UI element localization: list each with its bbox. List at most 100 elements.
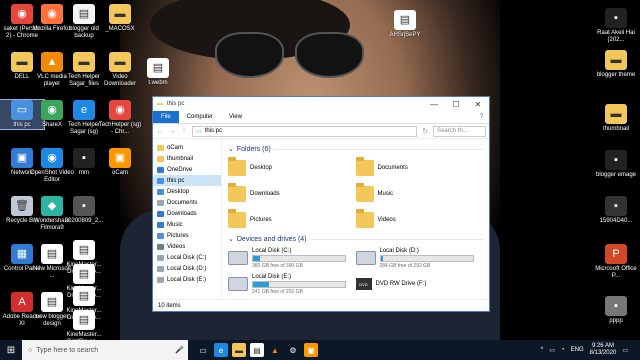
nav-item-this-pc[interactable]: this pc xyxy=(153,175,221,186)
drive-name: Local Disk (E:) xyxy=(252,273,292,280)
desktop-icon-techhelper-sg-chr[interactable]: ◉ TechHelper (sg) - Chr... xyxy=(98,100,142,136)
ocam-icon xyxy=(157,144,164,151)
devices-section-header[interactable]: ⌄ Devices and drives (4) xyxy=(228,235,483,243)
desktop-icon-15904d40[interactable]: ▪ 15904D40... xyxy=(594,196,638,225)
nav-item-local-disk-e[interactable]: Local Disk (E:) xyxy=(153,274,221,285)
tab-view[interactable]: View xyxy=(221,111,250,123)
folder-documents[interactable]: Documents xyxy=(355,157,484,179)
nav-item-label: Local Disk (C:) xyxy=(167,254,207,261)
ocam-icon[interactable]: ▣ xyxy=(304,343,318,357)
15904d40-icon: ▪ xyxy=(605,196,627,216)
desktop-icon-label: AHSrjSePY xyxy=(389,32,421,38)
pc-icon: ▭ xyxy=(196,128,202,135)
desktop-icon-ahsrjsepy[interactable]: ▤ AHSrjSePY xyxy=(383,10,427,39)
vlc-icon[interactable]: ▲ xyxy=(268,343,282,357)
video-downloader-icon: ▬ xyxy=(109,52,131,72)
folder-pictures[interactable]: Pictures xyxy=(228,209,356,231)
desktop-icon-thumbnail[interactable]: ▬ thumbnail xyxy=(594,104,638,133)
desktop-icon-blogger-theme[interactable]: ▬ blogger theme xyxy=(594,50,638,79)
nav-item-music[interactable]: Music xyxy=(153,219,221,230)
refresh-icon[interactable]: ↻ xyxy=(421,127,429,135)
folders-section-header[interactable]: ⌄ Folders (6) xyxy=(228,145,483,153)
local-disk-e-icon xyxy=(157,276,164,283)
desktop-icon-label: t.webm xyxy=(148,80,168,86)
drive-local-disk-e[interactable]: Local Disk (E:) 241 GB free of 292 GB xyxy=(228,273,356,295)
folder-label: Desktop xyxy=(250,165,273,171)
new-blogger-design-icon: ▤ xyxy=(41,292,63,312)
maximize-button[interactable]: ☐ xyxy=(445,97,467,111)
desktop-icon-microsoft-office-p[interactable]: P Microsoft Office P... xyxy=(594,244,638,280)
hard-drive-icon xyxy=(355,251,376,265)
taskbar-search[interactable]: ○ Type here to search 🎤 xyxy=(22,340,188,360)
notification-icon[interactable]: ▭ xyxy=(622,347,628,354)
window-titlebar[interactable]: ▬ this pc — ☐ ✕ xyxy=(153,97,489,111)
folder-label: Music xyxy=(377,191,394,197)
nav-item-label: oCam xyxy=(167,144,184,151)
tab-file[interactable]: File xyxy=(153,111,179,123)
mic-icon[interactable]: 🎤 xyxy=(175,346,188,354)
desktop-icon-label: blogger emage xyxy=(595,172,637,178)
nav-item-thumbnail[interactable]: thumbnail xyxy=(153,153,221,164)
file-explorer-window[interactable]: ▬ this pc — ☐ ✕ File Computer View ? ← →… xyxy=(152,96,490,312)
nav-item-label: Music xyxy=(167,221,183,228)
drive-local-disk-c[interactable]: Local Disk (C:) 360 GB free of 390 GB xyxy=(228,247,356,269)
edge-icon[interactable]: e xyxy=(214,343,228,357)
settings-icon[interactable]: ⚙ xyxy=(286,343,300,357)
macosx-icon: ▬ xyxy=(109,4,131,24)
nav-item-onedrive[interactable]: OneDrive xyxy=(153,164,221,175)
language-indicator[interactable]: ENG xyxy=(571,347,584,353)
nav-item-videos[interactable]: Videos xyxy=(153,241,221,252)
nav-item-desktop[interactable]: Desktop xyxy=(153,186,221,197)
address-bar[interactable]: ▭ this pc xyxy=(192,125,417,137)
desktop-icon-label: ShareX xyxy=(41,122,62,128)
minimize-button[interactable]: — xyxy=(423,97,445,111)
start-button[interactable]: ⊞ xyxy=(0,340,22,360)
back-icon[interactable]: ← xyxy=(156,128,164,135)
desktop-icon-raat-akeli-hai-202[interactable]: ▪ Raat Akeli Hai (202... xyxy=(594,8,638,44)
desktop-icon-macosx[interactable]: ▬ _MACOSX xyxy=(98,4,142,33)
nav-item-documents[interactable]: Documents xyxy=(153,197,221,208)
clock[interactable]: 9:26 AM 8/13/2020 xyxy=(590,343,617,357)
desktop-icon-blogger-emage[interactable]: ▪ blogger emage xyxy=(594,150,638,179)
folder-downloads[interactable]: Downloads xyxy=(228,183,356,205)
microsoft-office-p-icon: P xyxy=(605,244,627,264)
search-input[interactable]: Search th... xyxy=(433,125,486,137)
tray-chevron-icon[interactable]: ^ xyxy=(540,347,543,353)
nav-item-label: Pictures xyxy=(167,232,189,239)
up-icon[interactable]: ↑ xyxy=(180,128,188,135)
nav-item-local-disk-d[interactable]: Local Disk (D:) xyxy=(153,263,221,274)
pictures-folder-icon xyxy=(228,209,246,228)
help-icon[interactable]: ? xyxy=(480,114,489,120)
folder-desktop[interactable]: Desktop xyxy=(228,157,356,179)
nav-item-local-disk-c[interactable]: Local Disk (C:) xyxy=(153,252,221,263)
network-icon[interactable]: ◔ xyxy=(561,347,565,353)
file-explorer-icon[interactable]: ▬ xyxy=(232,343,246,357)
drive-dvd-rw[interactable]: DVD DVD RW Drive (F:) xyxy=(355,273,484,295)
desktop-icon-label: blogger theme xyxy=(596,72,636,78)
desktop-icon-pppp[interactable]: ▪ pppp xyxy=(594,296,638,325)
battery-icon[interactable]: ▭ xyxy=(549,347,555,354)
folder-music[interactable]: Music xyxy=(355,183,484,205)
documents-folder-icon xyxy=(355,157,374,176)
store-icon[interactable]: ▤ xyxy=(250,343,264,357)
desktop-icon-label: _MACOSX xyxy=(105,26,135,32)
raat-akeli-hai-202-icon: ▪ xyxy=(605,8,627,28)
forward-icon[interactable]: → xyxy=(168,128,176,135)
nav-item-downloads[interactable]: Downloads xyxy=(153,208,221,219)
tab-computer[interactable]: Computer xyxy=(179,111,221,123)
drive-local-disk-d[interactable]: Local Disk (D:) 284 GB free of 292 GB xyxy=(355,247,484,269)
drive-usage-bar xyxy=(252,254,346,262)
desktop-icon-label: oCam xyxy=(111,170,128,176)
desktop-icon-t-webm[interactable]: ▤ t.webm xyxy=(136,58,180,87)
desktop-icon-20200809-2[interactable]: ▪ 20200809_2... xyxy=(62,196,106,225)
folder-videos[interactable]: Videos xyxy=(355,209,484,231)
wallpaper-sunglasses xyxy=(215,32,365,78)
nav-item-ocam[interactable]: oCam xyxy=(153,142,221,153)
nav-item-pictures[interactable]: Pictures xyxy=(153,230,221,241)
task-view-icon[interactable]: ▭ xyxy=(196,343,210,357)
folder-label: Documents xyxy=(377,165,408,171)
desktop-icon-ocam[interactable]: ▣ oCam xyxy=(98,148,142,177)
navigation-pane[interactable]: oCam thumbnail OneDrive this pc Desktop Docum… xyxy=(153,139,222,299)
ribbon-tabs: File Computer View ? xyxy=(153,111,489,124)
close-button[interactable]: ✕ xyxy=(467,97,489,111)
